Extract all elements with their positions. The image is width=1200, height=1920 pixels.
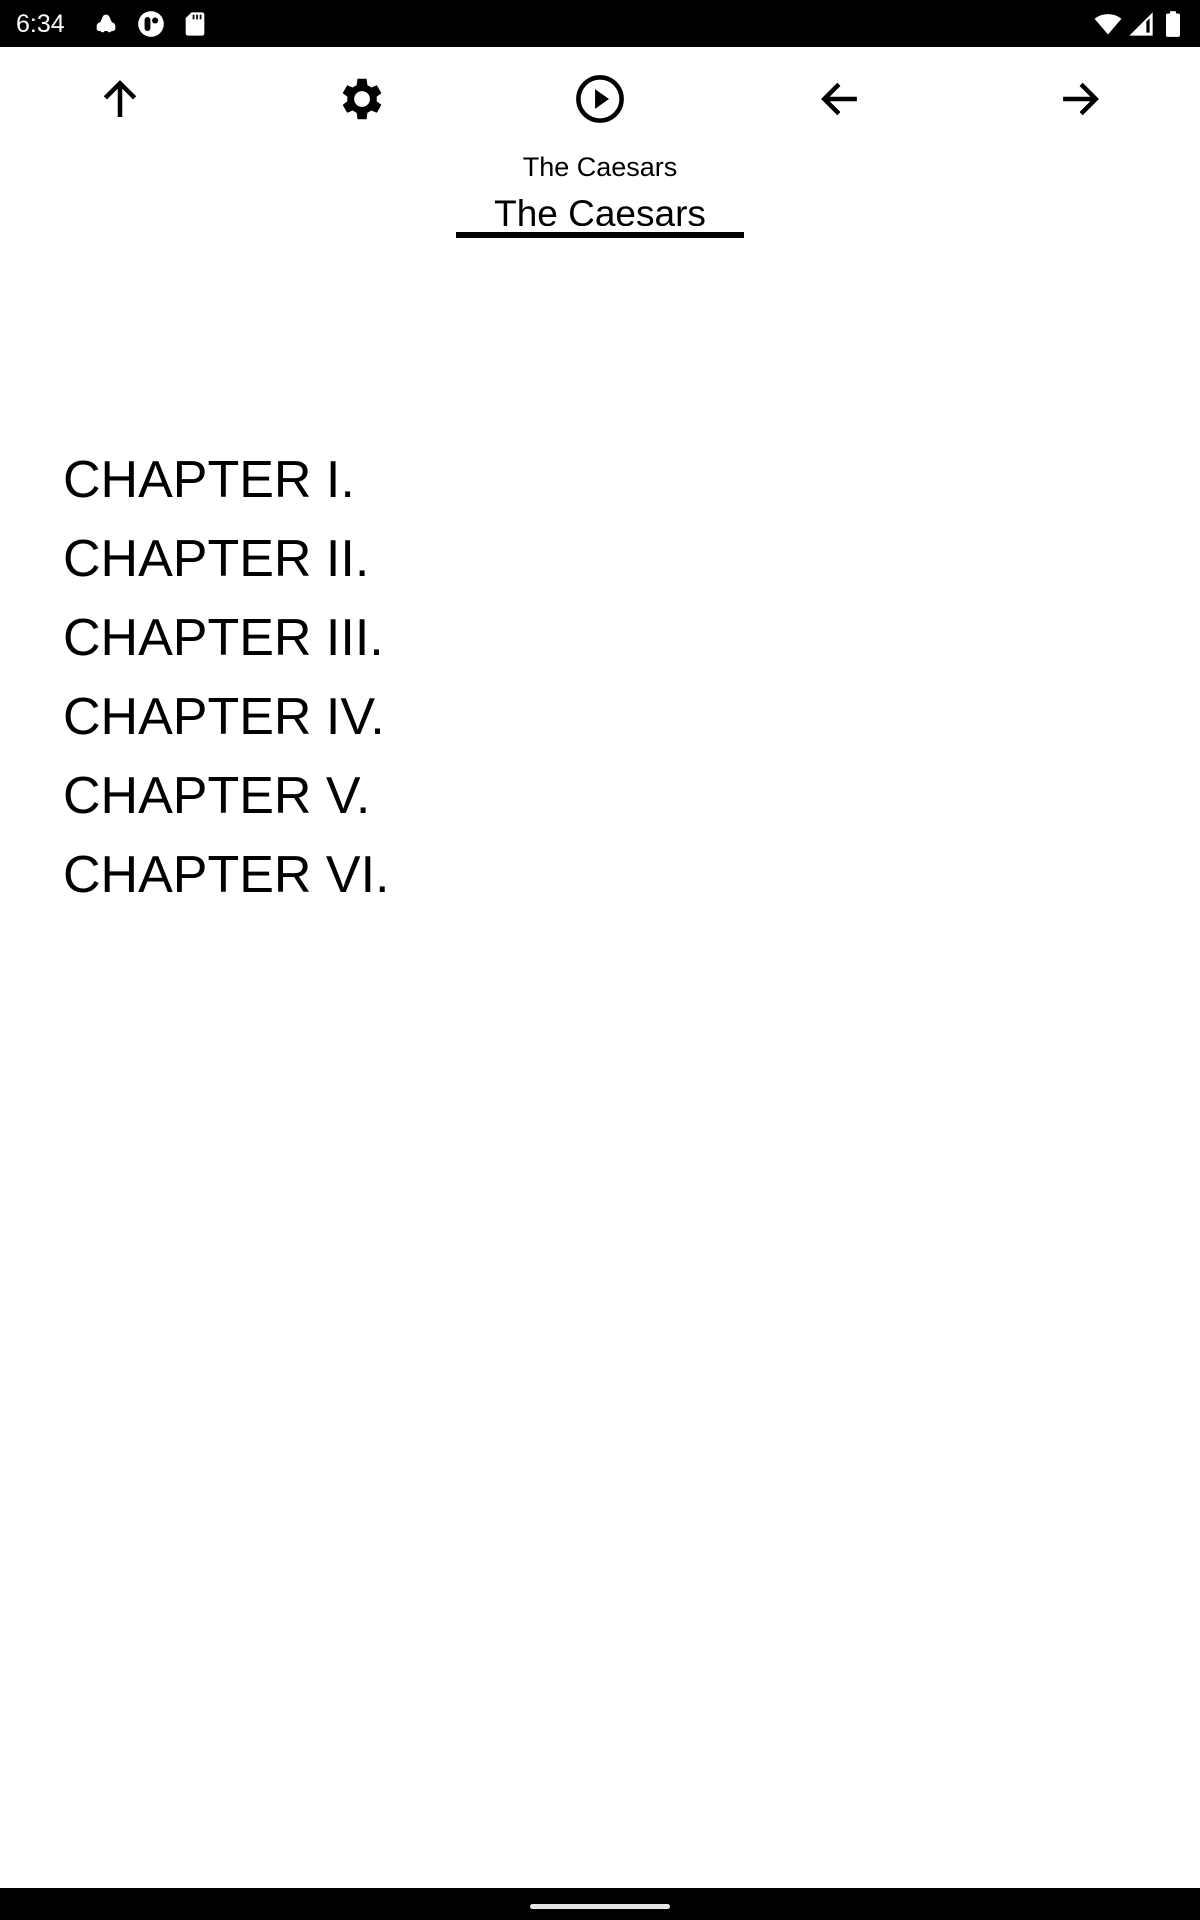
status-time: 6:34	[16, 10, 65, 38]
home-gesture-handle[interactable]	[530, 1904, 670, 1909]
play-button[interactable]	[572, 71, 628, 127]
cell-signal-icon	[1127, 10, 1155, 38]
battery-icon	[1163, 10, 1183, 38]
reader-toolbar	[0, 47, 1200, 147]
chapter-list: CHAPTER I. CHAPTER II. CHAPTER III. CHAP…	[63, 444, 863, 918]
book-subtitle: The Caesars	[522, 152, 678, 182]
car-icon	[92, 10, 120, 38]
sd-card-icon	[181, 10, 209, 38]
arrow-up-icon	[103, 80, 137, 117]
arrow-right-icon	[1063, 82, 1099, 116]
navigation-bar	[0, 1888, 1200, 1920]
next-button[interactable]	[1052, 71, 1108, 127]
wifi-icon	[1094, 10, 1122, 38]
settings-button[interactable]	[332, 71, 388, 127]
up-button[interactable]	[92, 71, 148, 127]
app-notification-icon	[137, 10, 165, 38]
play-circle-icon	[576, 75, 624, 123]
chapter-item[interactable]: CHAPTER I.	[63, 444, 863, 523]
tab-indicator	[456, 232, 744, 238]
chapter-item[interactable]: CHAPTER IV.	[63, 681, 863, 760]
previous-button[interactable]	[812, 71, 868, 127]
gear-icon	[342, 78, 382, 120]
chapter-item[interactable]: CHAPTER II.	[63, 523, 863, 602]
status-bar: 6:34	[0, 0, 1200, 47]
chapter-item[interactable]: CHAPTER V.	[63, 760, 863, 839]
tab-strip: The Caesars	[456, 190, 744, 238]
tab-book-title[interactable]: The Caesars	[456, 190, 744, 226]
arrow-left-icon	[821, 82, 857, 116]
chapter-item[interactable]: CHAPTER III.	[63, 602, 863, 681]
chapter-item[interactable]: CHAPTER VI.	[63, 839, 863, 918]
